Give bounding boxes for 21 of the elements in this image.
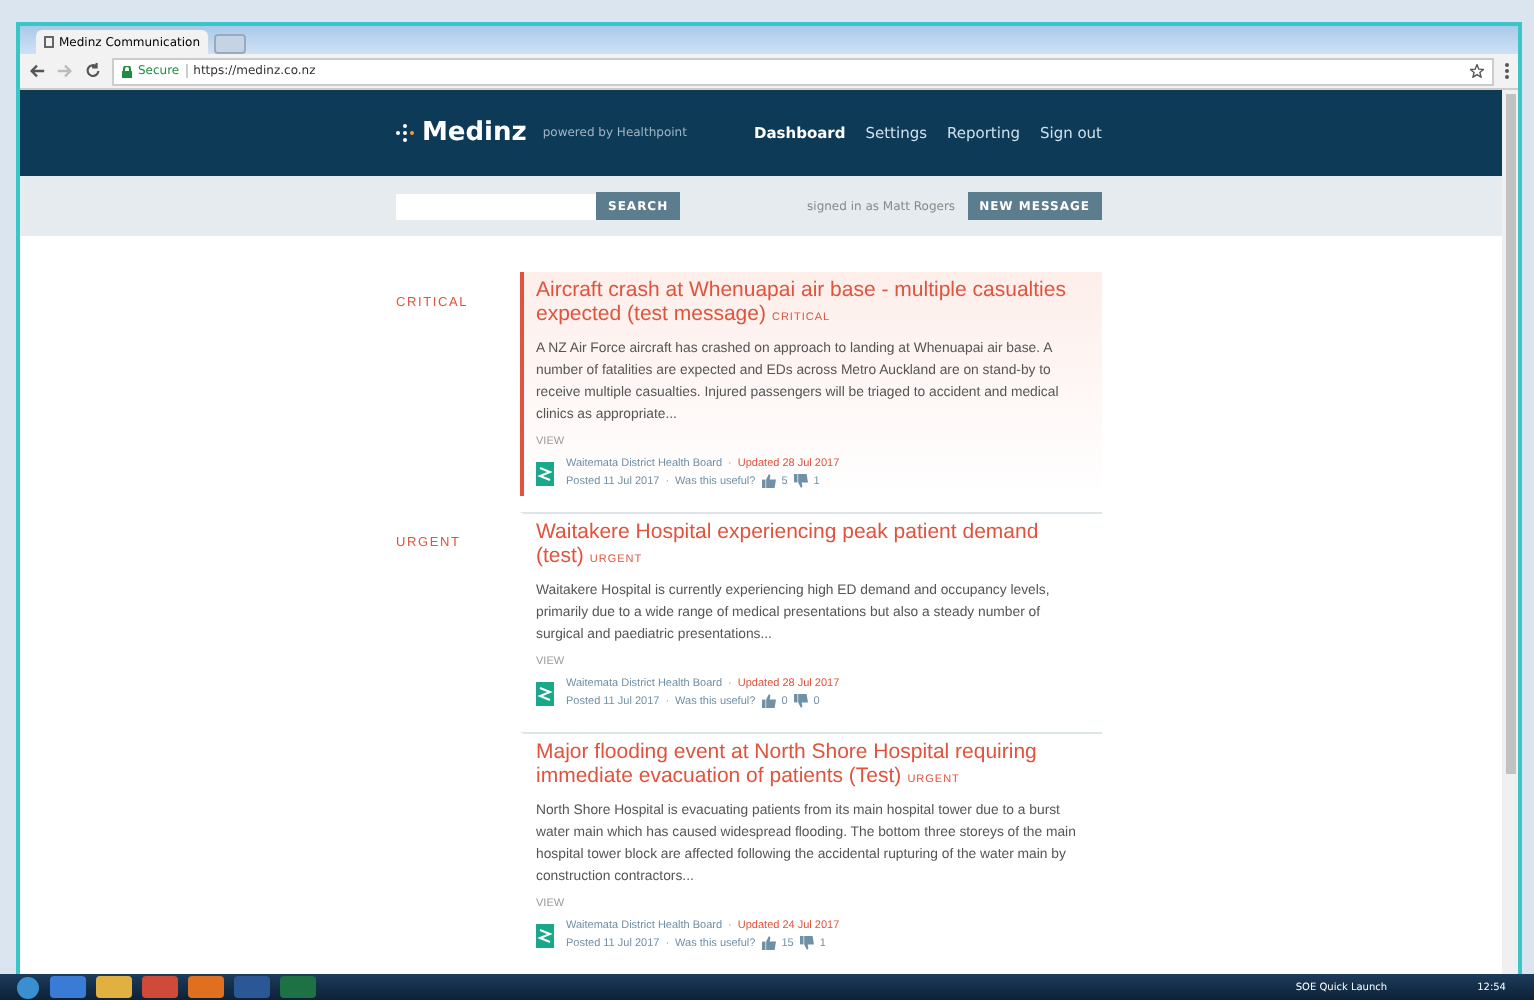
organisation-logo-icon [536, 681, 554, 705]
thumbs-up-icon[interactable] [761, 474, 776, 488]
reload-icon[interactable] [84, 62, 102, 80]
back-icon[interactable] [28, 62, 46, 80]
thumbs-down-icon[interactable] [793, 474, 808, 488]
forward-icon[interactable] [56, 62, 74, 80]
organisation-logo-icon [536, 461, 554, 485]
lock-icon [122, 65, 132, 77]
page-icon [44, 36, 53, 48]
thumbs-up-icon[interactable] [761, 936, 776, 950]
search-field[interactable] [396, 193, 596, 220]
logo-icon [396, 124, 414, 143]
site-logo[interactable]: Medinz [396, 118, 527, 149]
scrollbar-thumb[interactable] [1505, 94, 1515, 774]
organisation-logo-icon [536, 923, 554, 947]
start-icon[interactable] [16, 975, 40, 999]
menu-icon[interactable] [1504, 62, 1510, 80]
thumbs-down-icon[interactable] [799, 936, 814, 950]
star-icon[interactable] [1470, 64, 1484, 78]
thumbs-down-icon[interactable] [793, 694, 808, 708]
thumbs-up-icon[interactable] [761, 694, 776, 708]
